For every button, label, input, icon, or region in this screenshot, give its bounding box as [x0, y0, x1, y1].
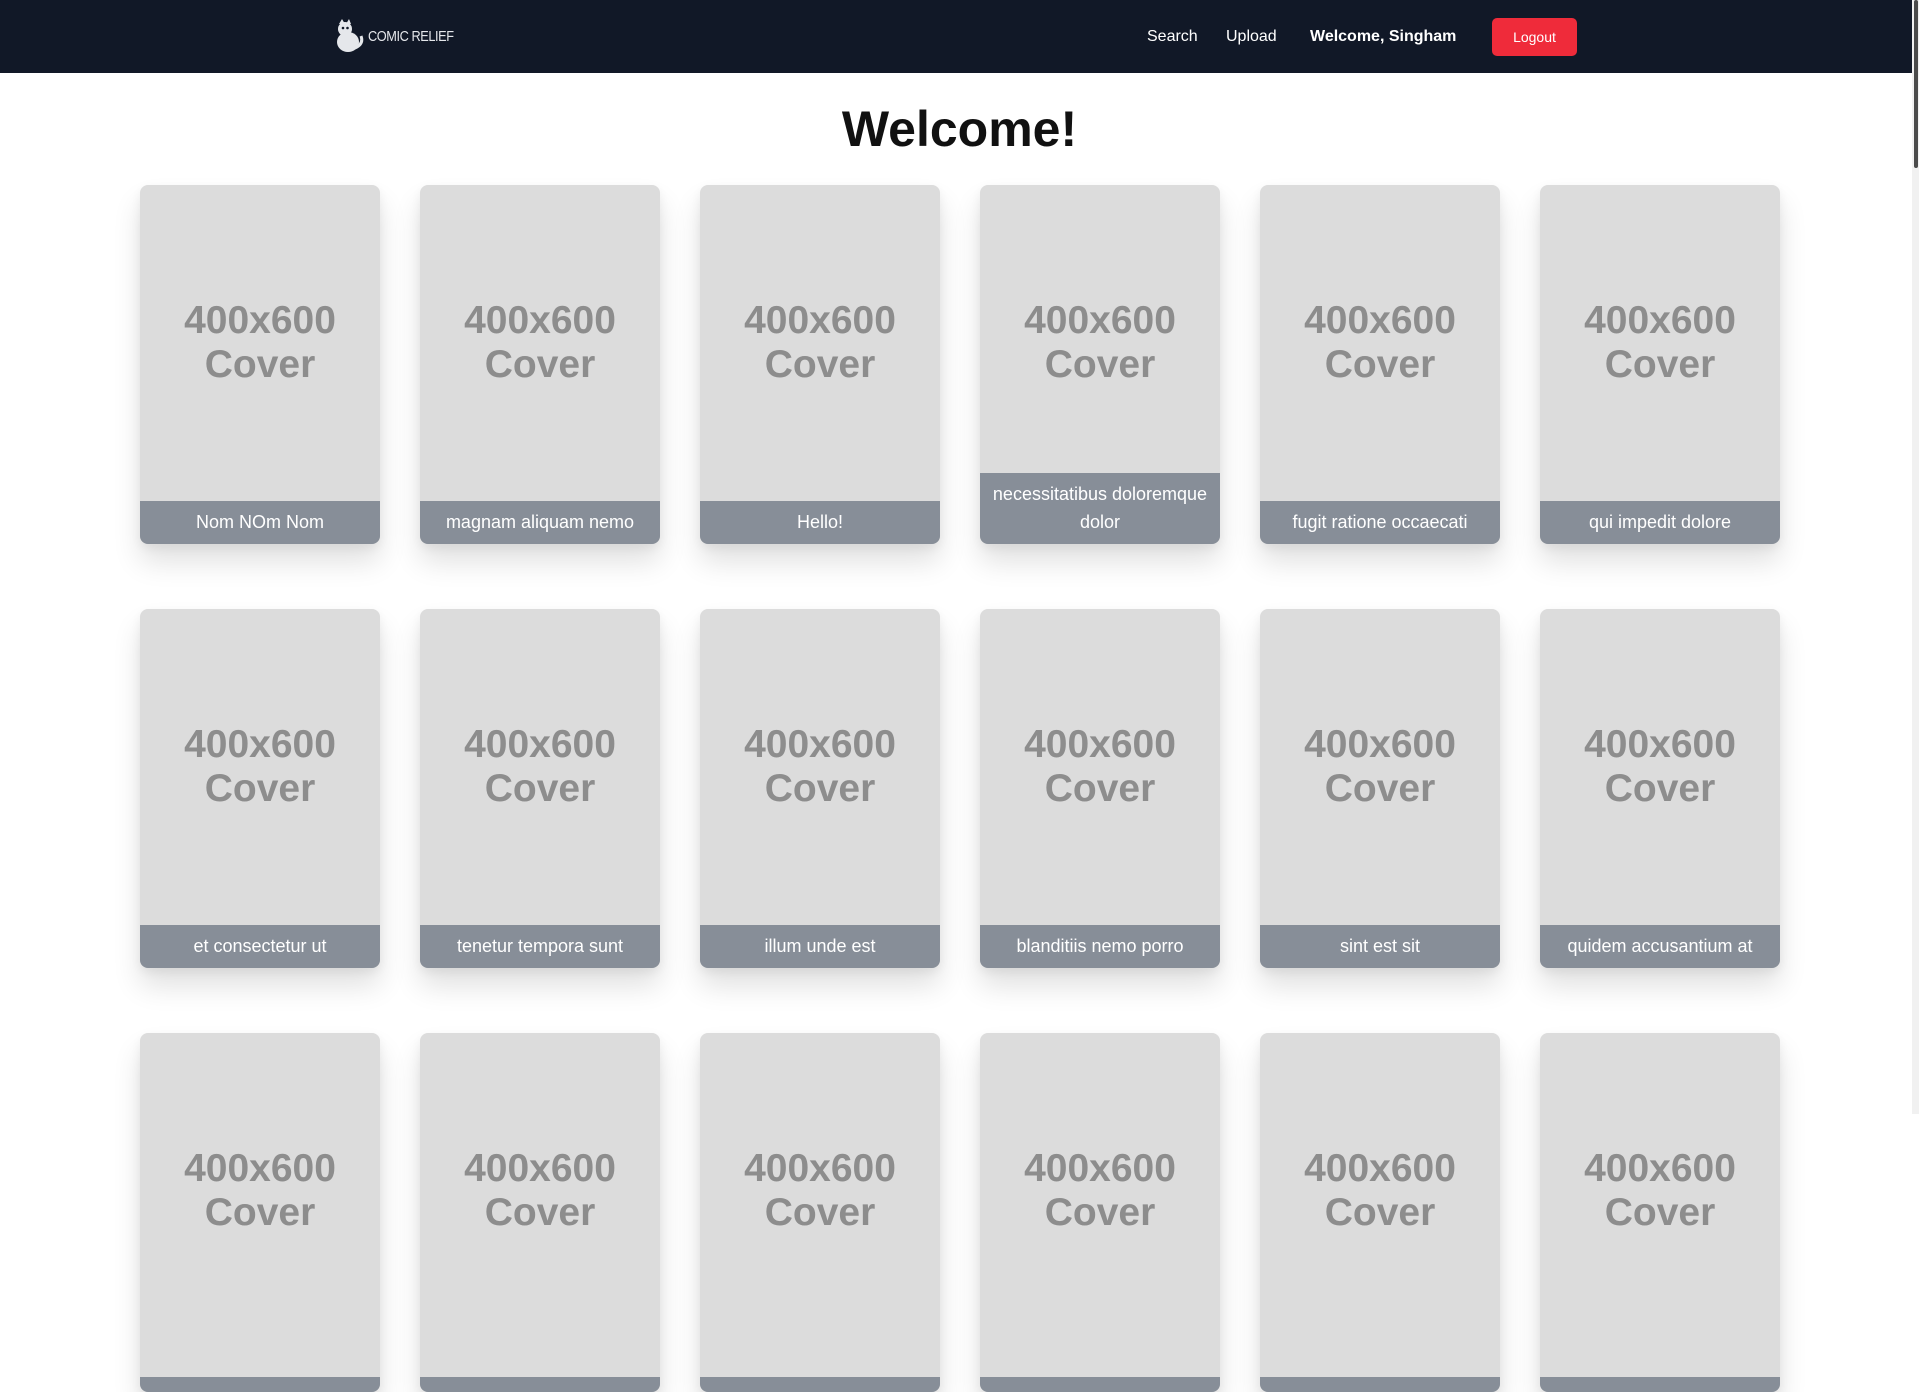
comic-cover[interactable]: 400x600 Cover [1260, 185, 1500, 500]
nav-upload-link[interactable]: Upload [1226, 28, 1277, 46]
comic-card[interactable]: 400x600 Cover necessitatibus doloremque … [980, 185, 1220, 544]
comic-card[interactable]: 400x600 Cover Nom NOm Nom [140, 185, 380, 544]
comic-cover[interactable]: 400x600 Cover [980, 185, 1220, 500]
comic-cover[interactable]: 400x600 Cover [140, 1033, 380, 1348]
comic-cover[interactable]: 400x600 Cover [140, 609, 380, 924]
comic-title: magnam aliquam nemo [420, 501, 660, 544]
comic-title: qui impedit dolore [1540, 501, 1780, 544]
comic-title: tenetur tempora sunt [420, 925, 660, 968]
comic-card[interactable]: 400x600 Cover sint est sit [1260, 609, 1500, 968]
cover-placeholder-text: 400x600 Cover [744, 722, 896, 810]
comic-cover[interactable]: 400x600 Cover [700, 609, 940, 924]
cover-placeholder-text: 400x600 Cover [1584, 298, 1736, 386]
cover-placeholder-text: 400x600 Cover [744, 298, 896, 386]
nav-search-link[interactable]: Search [1147, 28, 1198, 46]
comic-title: sint est sit [1260, 925, 1500, 968]
comic-cover[interactable]: 400x600 Cover [140, 185, 380, 500]
cover-placeholder-text: 400x600 Cover [184, 1146, 336, 1234]
comic-cover[interactable]: 400x600 Cover [1540, 1033, 1780, 1348]
comic-card[interactable]: 400x600 Cover tenetur tempora sunt [420, 609, 660, 968]
cat-logo-icon [337, 19, 364, 52]
comic-card[interactable]: 400x600 Cover [700, 1033, 940, 1392]
comic-card[interactable]: 400x600 Cover magnam aliquam nemo [420, 185, 660, 544]
comic-cover[interactable]: 400x600 Cover [700, 1033, 940, 1348]
comic-card[interactable]: 400x600 Cover [980, 1033, 1220, 1392]
comic-card[interactable]: 400x600 Cover et consectetur ut [140, 609, 380, 968]
comic-title: blanditiis nemo porro [980, 925, 1220, 968]
cover-placeholder-text: 400x600 Cover [464, 722, 616, 810]
comic-card[interactable]: 400x600 Cover Hello! [700, 185, 940, 544]
cover-placeholder-text: 400x600 Cover [184, 722, 336, 810]
comic-title [1260, 1377, 1500, 1392]
comic-title: quidem accusantium at [1540, 925, 1780, 968]
cover-placeholder-text: 400x600 Cover [464, 1146, 616, 1234]
comic-cover[interactable]: 400x600 Cover [700, 185, 940, 500]
comic-cover[interactable]: 400x600 Cover [420, 185, 660, 500]
comic-cover[interactable]: 400x600 Cover [420, 1033, 660, 1348]
cover-placeholder-text: 400x600 Cover [1304, 1146, 1456, 1234]
cover-placeholder-text: 400x600 Cover [1024, 298, 1176, 386]
comic-card[interactable]: 400x600 Cover fugit ratione occaecati [1260, 185, 1500, 544]
cover-placeholder-text: 400x600 Cover [744, 1146, 896, 1234]
navbar: Comic Relief Search Upload Welcome, Sing… [0, 0, 1919, 73]
cover-placeholder-text: 400x600 Cover [1304, 298, 1456, 386]
cover-placeholder-text: 400x600 Cover [184, 298, 336, 386]
comic-title [700, 1377, 940, 1392]
comic-title: Nom NOm Nom [140, 501, 380, 544]
welcome-user-text: Welcome, Singham [1310, 28, 1457, 45]
comic-card[interactable]: 400x600 Cover quidem accusantium at [1540, 609, 1780, 968]
comic-card[interactable]: 400x600 Cover blanditiis nemo porro [980, 609, 1220, 968]
cover-placeholder-text: 400x600 Cover [1024, 1146, 1176, 1234]
comic-title [1540, 1377, 1780, 1392]
comic-title [980, 1377, 1220, 1392]
cover-placeholder-text: 400x600 Cover [464, 298, 616, 386]
comic-card[interactable]: 400x600 Cover [1260, 1033, 1500, 1392]
comic-cover[interactable]: 400x600 Cover [980, 1033, 1220, 1348]
comic-cover[interactable]: 400x600 Cover [1260, 1033, 1500, 1348]
comic-cover[interactable]: 400x600 Cover [420, 609, 660, 924]
comic-card[interactable]: 400x600 Cover illum unde est [700, 609, 940, 968]
comic-title: fugit ratione occaecati [1260, 501, 1500, 544]
comic-card[interactable]: 400x600 Cover [1540, 1033, 1780, 1392]
comic-cover[interactable]: 400x600 Cover [1260, 609, 1500, 924]
cover-placeholder-text: 400x600 Cover [1024, 722, 1176, 810]
comic-title: illum unde est [700, 925, 940, 968]
comic-cover[interactable]: 400x600 Cover [1540, 609, 1780, 924]
comic-title: Hello! [700, 501, 940, 544]
comic-title [140, 1377, 380, 1392]
comic-title [420, 1377, 660, 1392]
comic-card[interactable]: 400x600 Cover [420, 1033, 660, 1392]
logout-button[interactable]: Logout [1492, 18, 1577, 56]
comic-title: et consectetur ut [140, 925, 380, 968]
comic-cover[interactable]: 400x600 Cover [1540, 185, 1780, 500]
cover-placeholder-text: 400x600 Cover [1584, 722, 1736, 810]
page-title: Welcome! [841, 101, 1078, 157]
comic-card[interactable]: 400x600 Cover [140, 1033, 380, 1392]
cover-placeholder-text: 400x600 Cover [1584, 1146, 1736, 1234]
comic-title: necessitatibus doloremque dolor [980, 473, 1220, 544]
comic-card[interactable]: 400x600 Cover qui impedit dolore [1540, 185, 1780, 544]
comic-cover[interactable]: 400x600 Cover [980, 609, 1220, 924]
brand-logo-link[interactable]: Comic Relief [333, 18, 469, 54]
brand-name: Comic Relief [368, 27, 454, 45]
cover-placeholder-text: 400x600 Cover [1304, 722, 1456, 810]
